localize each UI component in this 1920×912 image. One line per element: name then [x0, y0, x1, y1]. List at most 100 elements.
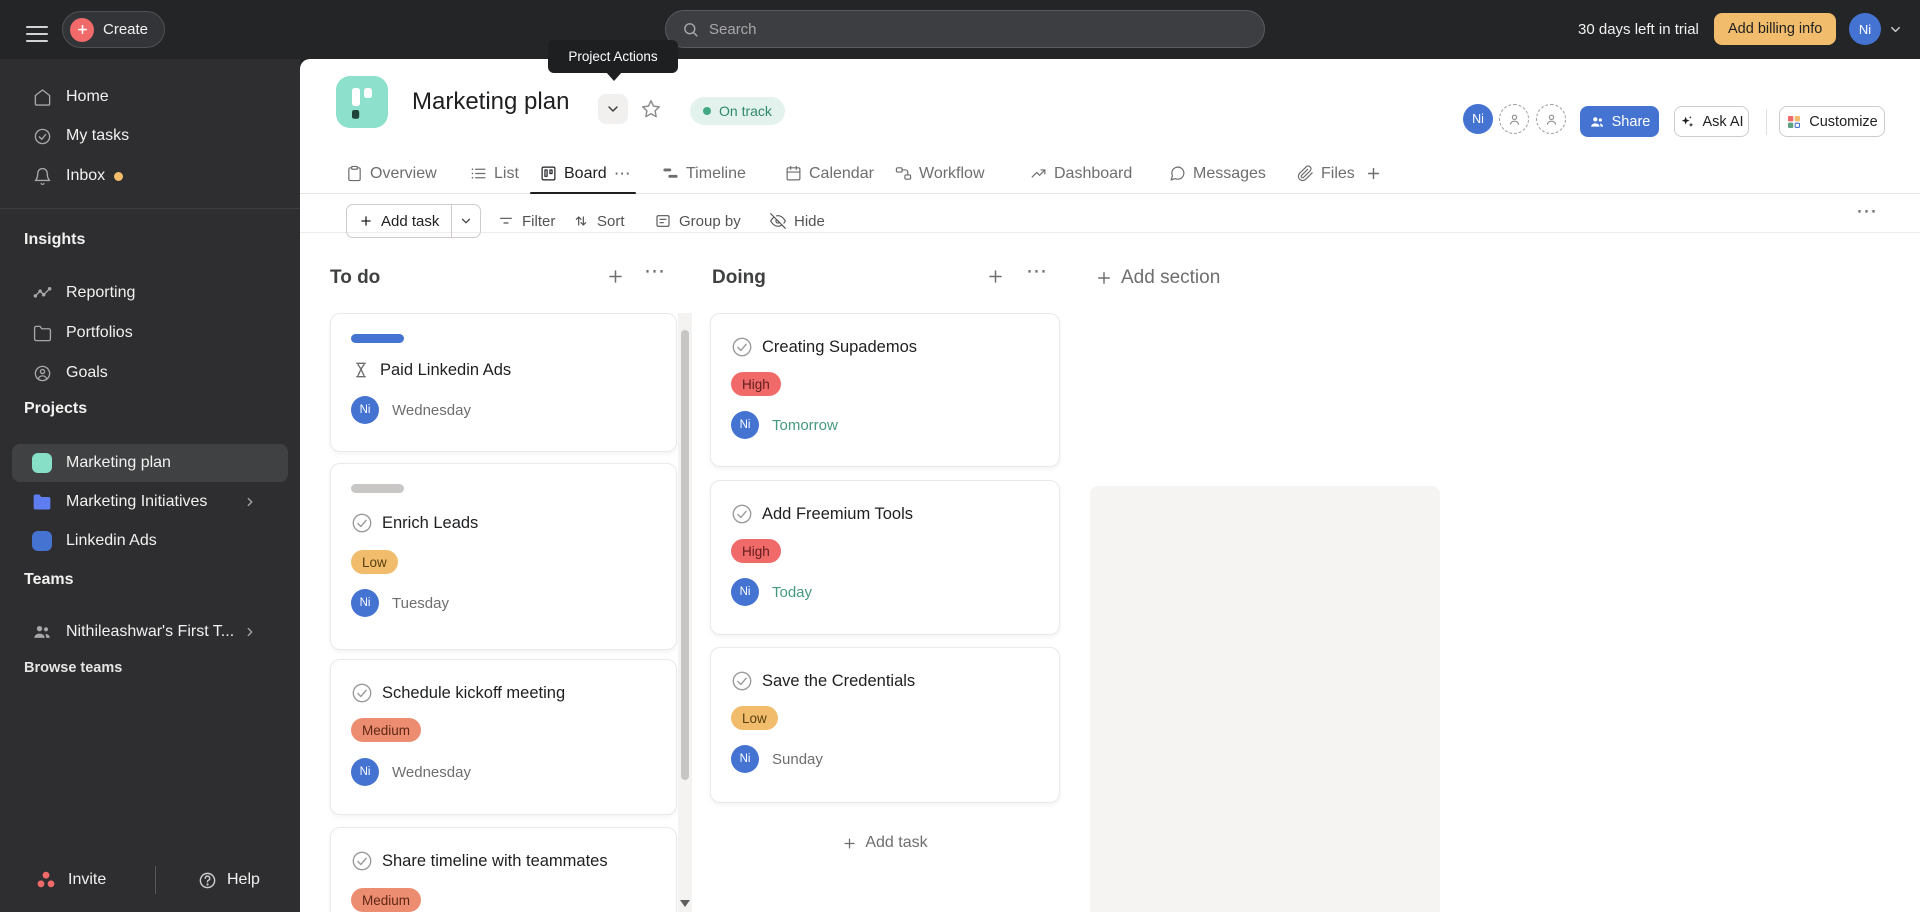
check-circle-icon[interactable] — [731, 503, 753, 525]
scrollbar-thumb[interactable] — [681, 330, 689, 780]
assignee-avatar[interactable]: Ni — [731, 411, 759, 439]
header-divider — [1766, 109, 1767, 135]
column-add-task-link[interactable]: Add task — [710, 828, 1060, 858]
tab-label: Overview — [370, 164, 437, 182]
hourglass-icon[interactable] — [351, 360, 371, 380]
sidebar-item-portfolios[interactable]: Portfolios — [12, 314, 288, 352]
chevron-right-icon[interactable] — [240, 495, 260, 509]
list-icon — [470, 165, 487, 182]
account-chevron-down-icon[interactable] — [1888, 22, 1903, 37]
check-circle-icon[interactable] — [351, 850, 373, 872]
tab-options-dots-icon[interactable]: ⋯ — [614, 164, 633, 184]
add-billing-info-button[interactable]: Add billing info — [1714, 13, 1837, 45]
assignee-avatar[interactable]: Ni — [731, 578, 759, 606]
plus-icon — [359, 214, 373, 228]
sidebar-item-inbox[interactable]: Inbox — [12, 157, 288, 195]
task-title: Save the Credentials — [762, 671, 916, 690]
tab-board[interactable]: Board ⋯ — [540, 153, 633, 194]
user-avatar[interactable]: Ni — [1849, 13, 1881, 45]
assignee-avatar[interactable]: Ni — [351, 758, 379, 786]
sidebar-item-linkedin-ads[interactable]: Linkedin Ads — [12, 522, 288, 560]
tab-timeline[interactable]: Timeline — [662, 153, 746, 194]
customize-button[interactable]: Customize — [1779, 106, 1885, 137]
sidebar-item-marketing-initiatives[interactable]: Marketing Initiatives — [12, 483, 288, 521]
priority-badge[interactable]: Low — [351, 550, 398, 574]
share-button[interactable]: Share — [1580, 106, 1659, 137]
check-circle-icon[interactable] — [351, 682, 373, 704]
sidebar-item-reporting[interactable]: Reporting — [12, 274, 288, 312]
task-card[interactable]: Share timeline with teammates Medium — [330, 827, 677, 912]
column-add-task-icon[interactable] — [986, 267, 1005, 286]
timeline-icon — [662, 165, 679, 182]
sidebar-section-insights: Insights — [24, 231, 86, 248]
toolbar-overflow-dots-icon[interactable]: ⋯ — [1856, 199, 1879, 224]
chevron-right-icon[interactable] — [240, 625, 260, 639]
assignee-avatar[interactable]: Ni — [351, 589, 379, 617]
priority-badge[interactable]: Medium — [351, 888, 422, 912]
ask-ai-button[interactable]: Ask AI — [1674, 106, 1749, 137]
task-title: Paid Linkedin Ads — [380, 360, 512, 379]
task-card[interactable]: Save the Credentials Low Ni Sunday — [710, 647, 1060, 803]
task-card[interactable]: Schedule kickoff meeting Medium Ni Wedne… — [330, 659, 677, 815]
column-add-task-icon[interactable] — [606, 267, 625, 286]
empty-avatar-placeholder[interactable] — [1536, 104, 1566, 134]
task-card[interactable]: Add Freemium Tools High Ni Today — [710, 480, 1060, 635]
priority-badge[interactable]: Medium — [351, 718, 422, 742]
add-tab-button[interactable] — [1365, 153, 1382, 194]
status-badge[interactable]: On track — [690, 97, 785, 125]
assignee-avatar[interactable]: Ni — [731, 745, 759, 773]
sidebar-item-team[interactable]: Nithileashwar's First T... — [12, 613, 288, 651]
tab-files[interactable]: Files — [1297, 153, 1355, 194]
sidebar-item-home[interactable]: Home — [12, 78, 288, 116]
invite-button[interactable]: Invite — [36, 864, 106, 896]
tab-messages[interactable]: Messages — [1169, 153, 1266, 194]
tab-calendar[interactable]: Calendar — [785, 153, 874, 194]
tab-overview[interactable]: Overview — [346, 153, 437, 194]
help-button[interactable]: Help — [198, 864, 260, 896]
board-view: To do ⋯ Paid Linkedin Ads Ni Wednesday E… — [300, 233, 1920, 912]
workflow-icon — [895, 165, 912, 182]
empty-avatar-placeholder[interactable] — [1499, 104, 1529, 134]
add-task-label: Add task — [381, 212, 440, 230]
add-section-button[interactable]: Add section — [1095, 265, 1220, 291]
column-title-todo[interactable]: To do — [330, 267, 380, 289]
sidebar-item-my-tasks[interactable]: My tasks — [12, 117, 288, 155]
check-circle-icon[interactable] — [731, 336, 753, 358]
sidebar-item-label: Reporting — [66, 284, 136, 301]
column-title-doing[interactable]: Doing — [712, 267, 766, 289]
column-overflow-dots-icon[interactable]: ⋯ — [1026, 259, 1049, 284]
column-scrollbar[interactable] — [678, 313, 692, 912]
scrollbar-down-arrow-icon[interactable] — [680, 900, 690, 907]
priority-badge[interactable]: Low — [731, 706, 778, 730]
project-color-icon — [32, 453, 52, 473]
task-card[interactable]: Paid Linkedin Ads Ni Wednesday — [330, 313, 677, 452]
star-favorite-icon[interactable] — [640, 98, 662, 120]
priority-badge[interactable]: High — [731, 372, 781, 396]
tab-list[interactable]: List — [470, 153, 519, 194]
priority-badge[interactable]: High — [731, 539, 781, 563]
check-circle-icon[interactable] — [351, 512, 373, 534]
home-icon — [32, 88, 52, 107]
member-avatar[interactable]: Ni — [1463, 104, 1493, 134]
column-overflow-dots-icon[interactable]: ⋯ — [644, 259, 667, 284]
sidebar-divider — [0, 208, 300, 209]
search-bar[interactable] — [665, 10, 1265, 48]
browse-teams-link[interactable]: Browse teams — [24, 660, 122, 676]
hamburger-menu-icon[interactable] — [26, 21, 48, 47]
tab-dashboard[interactable]: Dashboard — [1030, 153, 1132, 194]
due-date: Today — [772, 583, 813, 601]
task-title: Enrich Leads — [382, 513, 479, 532]
sidebar-item-goals[interactable]: Goals — [12, 354, 288, 392]
project-actions-chevron-button[interactable] — [598, 94, 628, 124]
create-button[interactable]: Create — [62, 11, 166, 48]
task-card[interactable]: Creating Supademos High Ni Tomorrow — [710, 313, 1060, 467]
search-input[interactable] — [709, 20, 1248, 38]
task-card[interactable]: Enrich Leads Low Ni Tuesday — [330, 463, 677, 650]
tab-workflow[interactable]: Workflow — [895, 153, 985, 194]
assignee-avatar[interactable]: Ni — [351, 396, 379, 424]
task-title: Creating Supademos — [762, 337, 918, 356]
check-circle-icon[interactable] — [731, 670, 753, 692]
filter-icon — [498, 213, 514, 229]
help-question-icon — [198, 871, 217, 890]
sidebar-item-marketing-plan[interactable]: Marketing plan — [12, 444, 288, 482]
